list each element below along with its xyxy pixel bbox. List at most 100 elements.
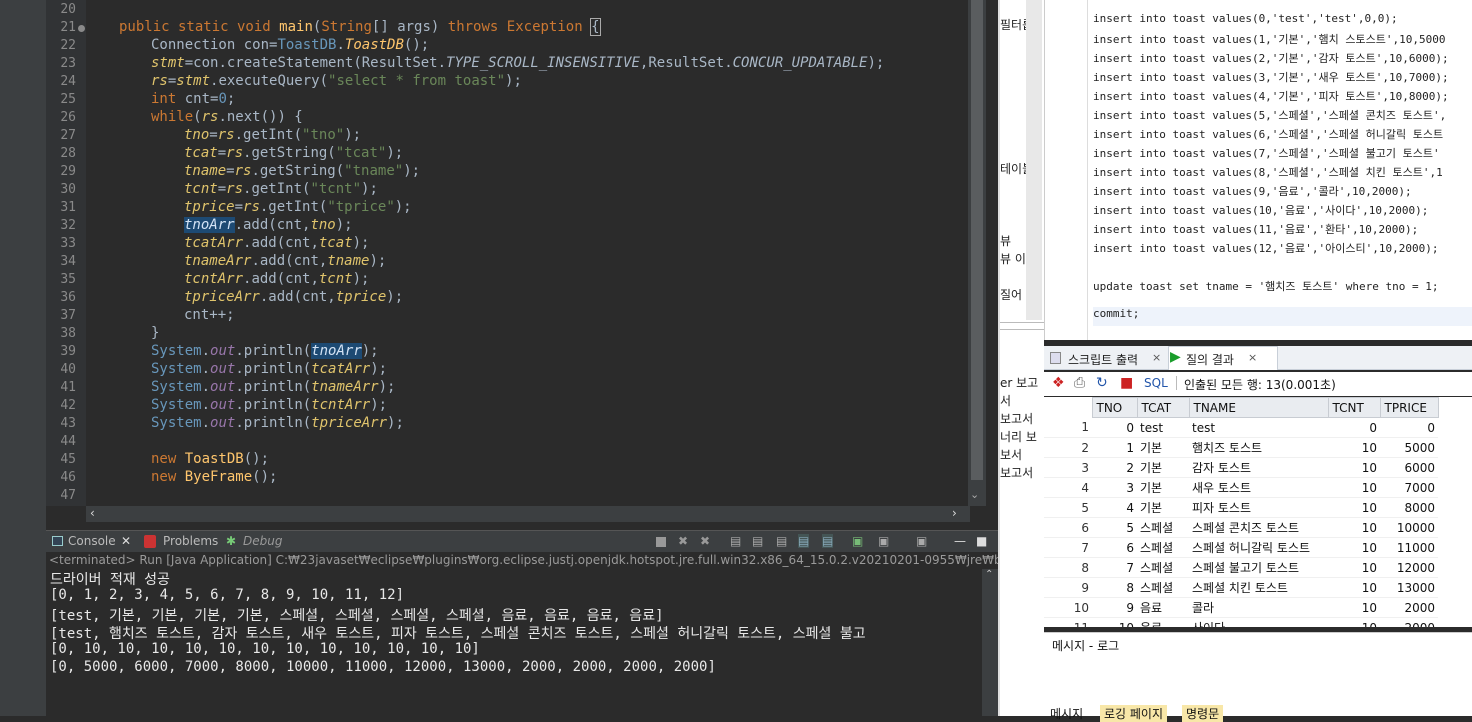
pin-console-icon[interactable]: ▣ (852, 534, 863, 548)
table-cell[interactable]: 10 (1328, 437, 1380, 458)
tab-statements[interactable]: 명령문 (1182, 705, 1224, 722)
table-cell[interactable]: 0 (1328, 417, 1380, 438)
table-cell[interactable]: 스페셜 (1137, 557, 1189, 578)
table-cell[interactable]: 5 (1092, 517, 1137, 538)
col-header[interactable]: TCNT (1327, 397, 1381, 418)
col-header[interactable]: TNO (1091, 397, 1138, 418)
word-wrap-icon[interactable]: ▤ (776, 534, 787, 548)
maximize-icon[interactable]: ■ (976, 534, 987, 548)
col-header[interactable]: TCAT (1136, 397, 1190, 418)
tab-problems[interactable]: Problems (163, 534, 218, 548)
table-cell[interactable]: 음료 (1137, 597, 1189, 618)
pin-icon[interactable]: ❖ (1052, 375, 1065, 391)
results-grid[interactable]: TNO TCAT TNAME TCNT TPRICE 1 0 test test 0 0 2… (1044, 397, 1472, 627)
table-row[interactable]: 2 1 기본 햄치즈 토스트 10 5000 (1044, 437, 1438, 458)
row-number[interactable]: 11 (1044, 617, 1092, 627)
sql-worksheet[interactable]: insert into toast values(0,'test','test'… (1044, 0, 1472, 340)
tree-item[interactable]: 뷰 이 (1000, 250, 1026, 267)
table-cell[interactable]: 스페셜 불고기 토스트 (1189, 557, 1328, 578)
table-cell[interactable]: 스페셜 치킨 토스트 (1189, 577, 1328, 598)
tree-item[interactable]: 보고서 (1000, 464, 1033, 481)
editor-scroll-thumb[interactable] (971, 0, 983, 480)
table-cell[interactable]: 10 (1328, 477, 1380, 498)
table-cell[interactable]: 햄치즈 토스트 (1189, 437, 1328, 458)
table-cell[interactable]: 6 (1092, 537, 1137, 558)
close-icon[interactable]: ✕ (121, 534, 131, 548)
editor-horizontal-scrollbar[interactable]: ‹ › (86, 506, 970, 522)
tab-messages[interactable]: 메시지 (1050, 705, 1083, 722)
table-cell[interactable]: 0 (1380, 417, 1438, 438)
table-cell[interactable]: 7 (1092, 557, 1137, 578)
col-header[interactable]: TPRICE (1379, 397, 1439, 418)
sql-button[interactable]: SQL (1144, 376, 1168, 390)
table-cell[interactable]: 12000 (1380, 557, 1438, 578)
table-cell[interactable]: 1 (1092, 437, 1137, 458)
display-console-icon[interactable]: ▣ (878, 534, 889, 548)
table-cell[interactable]: 2 (1092, 457, 1137, 478)
table-cell[interactable]: 10 (1328, 537, 1380, 558)
table-cell[interactable]: 8 (1092, 577, 1137, 598)
table-cell[interactable]: 11000 (1380, 537, 1438, 558)
table-cell[interactable]: 사이다 (1189, 617, 1328, 627)
table-cell[interactable]: 2000 (1380, 597, 1438, 618)
console-scrollbar[interactable]: ⌃ (982, 569, 998, 716)
table-row[interactable]: 7 6 스페셜 스페셜 허니갈릭 토스트 10 11000 (1044, 537, 1438, 558)
table-cell[interactable]: 콜라 (1189, 597, 1328, 618)
tree-item[interactable]: 뷰 (1000, 232, 1011, 249)
table-row[interactable]: 4 3 기본 새우 토스트 10 7000 (1044, 477, 1438, 498)
table-cell[interactable]: 스페셜 (1137, 577, 1189, 598)
scroll-right-icon[interactable]: › (952, 506, 957, 520)
tree-item[interactable]: 보서 (1000, 446, 1022, 463)
table-cell[interactable]: test (1189, 417, 1328, 438)
table-cell[interactable]: 9 (1092, 597, 1137, 618)
tab-query-result[interactable]: 질의 결과 (1186, 351, 1234, 368)
table-cell[interactable]: 2000 (1380, 617, 1438, 627)
table-row[interactable]: 5 4 기본 피자 토스트 10 8000 (1044, 497, 1438, 518)
table-cell[interactable]: 기본 (1137, 457, 1189, 478)
tab-logging-page[interactable]: 로깅 페이지 (1100, 705, 1168, 722)
remove-launch-icon[interactable]: ✖ (678, 534, 688, 548)
table-cell[interactable]: 10 (1328, 557, 1380, 578)
col-header[interactable]: TNAME (1188, 397, 1329, 418)
row-number[interactable]: 7 (1044, 537, 1092, 558)
table-cell[interactable]: 10 (1328, 597, 1380, 618)
table-cell[interactable]: 기본 (1137, 477, 1189, 498)
table-cell[interactable]: 새우 토스트 (1189, 477, 1328, 498)
scroll-left-icon[interactable]: ‹ (90, 506, 95, 520)
table-cell[interactable]: 스페셜 (1137, 537, 1189, 558)
table-cell[interactable]: 10 (1328, 497, 1380, 518)
tab-console[interactable]: Console (68, 534, 116, 548)
table-cell[interactable]: 3 (1092, 477, 1137, 498)
table-cell[interactable]: test (1137, 417, 1189, 438)
panel-scrollbar[interactable] (1026, 0, 1042, 320)
clear-console-icon[interactable]: ▤ (730, 534, 741, 548)
scroll-down-icon[interactable]: ⌄ (970, 488, 979, 501)
console-output[interactable]: 드라이버 적재 성공 [0, 1, 2, 3, 4, 5, 6, 7, 8, 9… (46, 569, 982, 716)
terminate-icon[interactable] (656, 537, 666, 547)
close-icon[interactable]: × (1152, 351, 1161, 364)
row-number[interactable]: 3 (1044, 457, 1092, 478)
table-cell[interactable]: 기본 (1137, 437, 1189, 458)
table-cell[interactable]: 스페셜 (1137, 517, 1189, 538)
table-cell[interactable]: 8000 (1380, 497, 1438, 518)
table-cell[interactable]: 음료 (1137, 617, 1189, 627)
row-number[interactable]: 6 (1044, 517, 1092, 538)
table-cell[interactable]: 감자 토스트 (1189, 457, 1328, 478)
tree-item[interactable]: 보고서 (1000, 410, 1033, 427)
table-row[interactable]: 6 5 스페셜 스페셜 콘치즈 토스트 10 10000 (1044, 517, 1438, 538)
table-row[interactable]: 1110음료사이다102000 (1044, 617, 1438, 627)
row-number[interactable]: 2 (1044, 437, 1092, 458)
minimize-icon[interactable]: — (954, 534, 966, 548)
scroll-lock-icon[interactable]: ▤ (752, 534, 763, 548)
tab-debug[interactable]: Debug (243, 534, 282, 548)
open-console-icon[interactable]: ▣ (916, 534, 927, 548)
tree-item[interactable]: er 보고 (1000, 374, 1038, 391)
table-cell[interactable]: 10 (1092, 617, 1137, 627)
row-number[interactable]: 1 (1044, 417, 1092, 438)
table-row[interactable]: 10 9 음료 콜라 10 2000 (1044, 597, 1438, 618)
table-cell[interactable]: 4 (1092, 497, 1137, 518)
tree-item[interactable]: 질어 (1000, 286, 1022, 303)
table-cell[interactable]: 10 (1328, 617, 1380, 627)
table-cell[interactable]: 0 (1092, 417, 1137, 438)
row-number[interactable]: 9 (1044, 577, 1092, 598)
